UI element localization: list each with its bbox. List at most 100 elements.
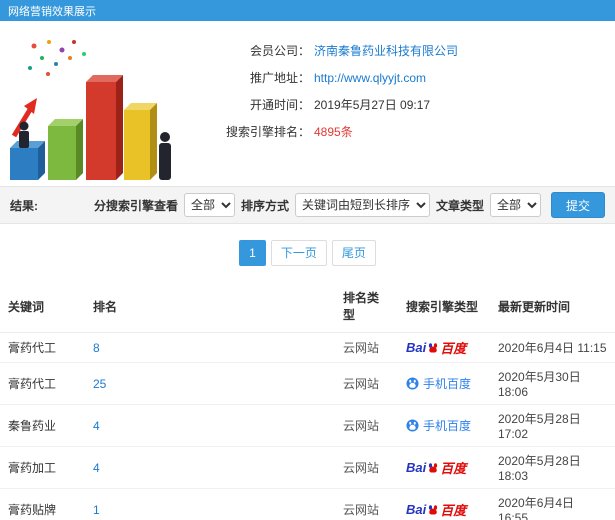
mobile-baidu-label: 手机百度 xyxy=(423,418,472,433)
mobile-baidu-label: 手机百度 xyxy=(423,376,472,391)
businessman-left xyxy=(19,121,29,148)
rank-link[interactable]: 25 xyxy=(93,377,106,391)
page-button-next[interactable]: 下一页 xyxy=(270,240,327,266)
info-row-open-time: 开通时间： 2019年5月27日 09:17 xyxy=(182,91,615,118)
keyword-cell: 膏药代工 xyxy=(0,332,85,363)
table-header-row: 关键词 排名 排名类型 搜索引擎类型 最新更新时间 xyxy=(0,280,615,333)
rank-count-value: 4895条 xyxy=(314,125,353,139)
keyword-cell: 膏药加工 xyxy=(0,446,85,489)
rank-link[interactable]: 1 xyxy=(93,503,100,517)
info-row-url: 推广地址： http://www.qlyyjt.com xyxy=(182,64,615,91)
table-row: 秦鲁药业 4 云网站 手机百度 2020年5月28日 17:02 xyxy=(0,404,615,447)
rank-cell: 4 xyxy=(85,404,335,447)
updated-time-cell: 2020年5月28日 18:03 xyxy=(490,446,615,489)
bar-green xyxy=(48,119,83,180)
updated-time-cell: 2020年6月4日 11:15 xyxy=(490,332,615,363)
baidu-logo-text-bai: Bai xyxy=(406,460,427,475)
engine-filter-select[interactable]: 全部 xyxy=(183,193,235,217)
filter-group: 分搜索引擎查看 全部 排序方式 关键词由短到长排序 文章类型 全部 提交 xyxy=(94,192,605,218)
mobile-baidu-icon xyxy=(406,376,419,390)
open-time-label: 开通时间： xyxy=(249,98,310,112)
mobile-baidu-badge: 手机百度 xyxy=(406,375,471,392)
company-link[interactable]: 济南秦鲁药业科技有限公司 xyxy=(314,42,458,59)
member-info-panel: 会员公司： 济南秦鲁药业科技有限公司 推广地址： http://www.qlyy… xyxy=(182,27,615,186)
page-title: 网络营销效果展示 xyxy=(8,5,96,18)
info-row-company: 会员公司： 济南秦鲁药业科技有限公司 xyxy=(182,37,615,64)
keyword-cell: 秦鲁药业 xyxy=(0,404,85,447)
rank-type-cell: 云网站 xyxy=(335,446,398,489)
engine-filter-label: 分搜索引擎查看 xyxy=(93,198,178,213)
header-updated: 最新更新时间 xyxy=(490,280,615,333)
page-header: 网络营销效果展示 xyxy=(0,0,615,21)
updated-time-cell: 2020年5月28日 17:02 xyxy=(490,404,615,447)
chart-illustration-wrap xyxy=(4,27,182,186)
table-row: 膏药贴牌 1 云网站 Bai 百度 2020年6月4日 16:55 xyxy=(0,488,615,520)
rank-type-cell: 云网站 xyxy=(335,488,398,520)
baidu-logo: Bai 百度 xyxy=(406,458,466,477)
results-section-label: 结果: xyxy=(10,198,38,213)
submit-button[interactable]: 提交 xyxy=(550,192,605,218)
header-engine-type: 搜索引擎类型 xyxy=(398,280,490,333)
article-type-filter-label: 文章类型 xyxy=(435,198,484,213)
rank-link[interactable]: 4 xyxy=(93,419,100,433)
open-time-value: 2019年5月27日 09:17 xyxy=(314,98,431,112)
baidu-logo-text-du: 百度 xyxy=(440,503,467,518)
bar-chart-illustration xyxy=(10,40,171,180)
rank-cell: 8 xyxy=(85,332,335,363)
promo-url-link[interactable]: http://www.qlyyjt.com xyxy=(314,71,426,85)
rank-link[interactable]: 8 xyxy=(93,341,100,355)
confetti-dots xyxy=(28,40,86,76)
keyword-cell: 膏药代工 xyxy=(0,362,85,405)
page-button-last[interactable]: 尾页 xyxy=(331,240,376,266)
engine-type-cell: Bai 百度 xyxy=(398,332,490,363)
mobile-baidu-badge: 手机百度 xyxy=(406,417,471,434)
rank-cell: 1 xyxy=(85,488,335,520)
updated-time-cell: 2020年5月30日 18:06 xyxy=(490,362,615,405)
table-row: 膏药代工 25 云网站 手机百度 2020年5月30日 18:06 xyxy=(0,362,615,405)
sort-filter-label: 排序方式 xyxy=(240,198,289,213)
rank-cell: 4 xyxy=(85,446,335,489)
promo-url-label: 推广地址： xyxy=(249,71,310,85)
baidu-logo: Bai 百度 xyxy=(406,338,466,357)
bar-red xyxy=(86,75,123,180)
table-row: 膏药代工 8 云网站 Bai 百度 2020年6月4日 11:15 xyxy=(0,332,615,363)
growth-arrow-icon xyxy=(11,98,37,138)
rank-type-cell: 云网站 xyxy=(335,362,398,405)
pagination: 1 下一页 尾页 xyxy=(0,224,615,280)
keyword-cell: 膏药贴牌 xyxy=(0,488,85,520)
baidu-logo: Bai 百度 xyxy=(406,500,466,519)
header-rank-type: 排名类型 xyxy=(335,280,398,333)
engine-type-cell: Bai 百度 xyxy=(398,488,490,520)
header-rank: 排名 xyxy=(85,280,335,333)
sort-filter-select[interactable]: 关键词由短到长排序 xyxy=(294,193,430,217)
baidu-logo-text-du: 百度 xyxy=(440,461,467,476)
rank-type-cell: 云网站 xyxy=(335,404,398,447)
header-keyword: 关键词 xyxy=(0,280,85,333)
bar-yellow xyxy=(124,103,157,180)
results-table-body: 膏药代工 8 云网站 Bai 百度 2020年6月4日 11:15 膏药代工 25 云网站 手机百… xyxy=(0,332,615,520)
engine-type-cell: 手机百度 xyxy=(398,362,490,405)
table-row: 膏药加工 4 云网站 Bai 百度 2020年5月28日 18:03 xyxy=(0,446,615,489)
baidu-logo-text-bai: Bai xyxy=(406,502,427,517)
engine-type-cell: Bai 百度 xyxy=(398,446,490,489)
info-row-rank-count: 搜索引擎排名： 4895条 xyxy=(182,118,615,145)
rank-type-cell: 云网站 xyxy=(335,332,398,363)
article-type-filter-select[interactable]: 全部 xyxy=(489,193,541,217)
baidu-logo-text-bai: Bai xyxy=(406,340,427,355)
updated-time-cell: 2020年6月4日 16:55 xyxy=(490,488,615,520)
company-label: 会员公司： xyxy=(249,44,310,58)
baidu-paw-icon xyxy=(429,462,438,472)
results-table: 关键词 排名 排名类型 搜索引擎类型 最新更新时间 膏药代工 8 云网站 Bai 百度 2… xyxy=(0,280,615,520)
filter-bar: 结果: 分搜索引擎查看 全部 排序方式 关键词由短到长排序 文章类型 全部 提交 xyxy=(0,186,615,224)
rank-cell: 25 xyxy=(85,362,335,405)
page-button-current[interactable]: 1 xyxy=(239,240,266,266)
mobile-baidu-icon xyxy=(406,418,419,432)
summary-section: 会员公司： 济南秦鲁药业科技有限公司 推广地址： http://www.qlyy… xyxy=(0,21,615,186)
baidu-paw-icon xyxy=(429,504,438,514)
businessman-right xyxy=(159,132,171,180)
baidu-logo-text-du: 百度 xyxy=(440,341,467,356)
engine-type-cell: 手机百度 xyxy=(398,404,490,447)
rank-link[interactable]: 4 xyxy=(93,461,100,475)
baidu-paw-icon xyxy=(429,342,438,352)
rank-count-label: 搜索引擎排名： xyxy=(225,125,310,139)
